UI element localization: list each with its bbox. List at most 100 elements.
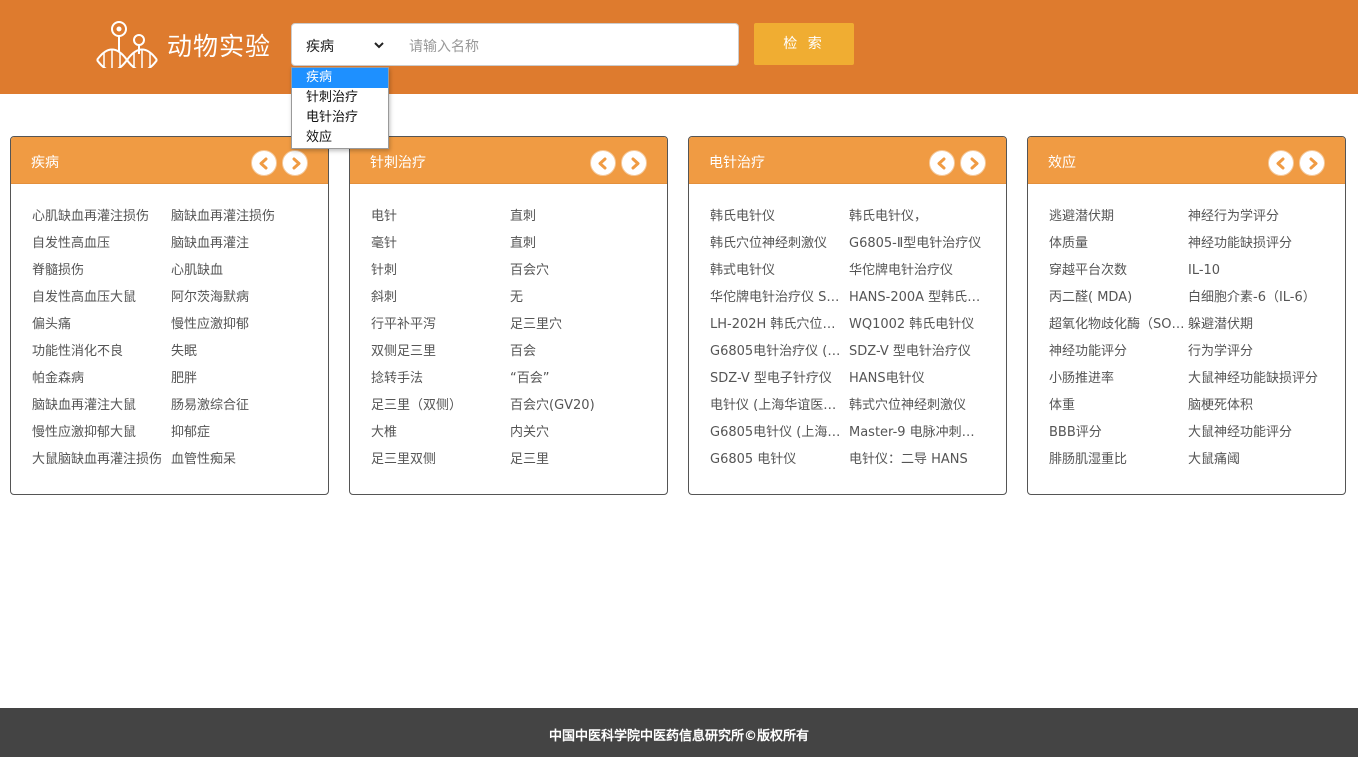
card-title: 电针治疗 <box>709 155 765 171</box>
list-item[interactable]: 穿越平台次数 <box>1049 261 1186 281</box>
list-item[interactable]: 抑郁症 <box>171 423 308 443</box>
list-item[interactable]: 躲避潜伏期 <box>1188 315 1325 335</box>
dropdown-option[interactable]: 针刺治疗 <box>292 88 388 108</box>
list-item[interactable]: 华佗牌电针治疗仪 <box>849 261 986 281</box>
list-item[interactable]: 血管性痴呆 <box>171 450 308 470</box>
list-item[interactable]: 脑缺血再灌注损伤 <box>171 207 308 227</box>
list-item[interactable]: HANS电针仪 <box>849 369 986 389</box>
list-item[interactable]: HANS-200A 型韩氏穴位神经刺激仪 <box>849 288 986 308</box>
next-button[interactable] <box>960 150 986 176</box>
list-item[interactable]: Master-9 电脉冲刺激器 <box>849 423 986 443</box>
list-item[interactable]: 直刺 <box>510 234 647 254</box>
dropdown-option[interactable]: 电针治疗 <box>292 108 388 128</box>
list-item[interactable]: 小肠推进率 <box>1049 369 1186 389</box>
list-item[interactable]: 帕金森病 <box>32 369 169 389</box>
list-item[interactable]: 大鼠神经功能缺损评分 <box>1188 369 1325 389</box>
card-acupuncture: 针刺治疗 电针 直刺 毫针 直刺 针刺 百会穴 斜刺无行平补平泻 足三里穴 双侧足三里 百会 捻转手法… <box>349 136 668 495</box>
list-item[interactable]: 大鼠神经功能评分 <box>1188 423 1325 443</box>
next-button[interactable] <box>621 150 647 176</box>
list-item[interactable]: 毫针 <box>371 234 508 254</box>
list-item[interactable]: SDZ-V 型电子针疗仪 <box>710 369 847 389</box>
list-item[interactable]: 肠易激综合征 <box>171 396 308 416</box>
prev-button[interactable] <box>1268 150 1294 176</box>
list-item[interactable]: 斜刺 <box>371 288 508 308</box>
list-item[interactable]: 腓肠肌湿重比 <box>1049 450 1186 470</box>
list-item[interactable]: 大椎 <box>371 423 508 443</box>
list-item[interactable]: WQ1002 韩氏电针仪 <box>849 315 986 335</box>
list-item[interactable]: 慢性应激抑郁大鼠 <box>32 423 169 443</box>
list-item[interactable]: G6805电针仪 (上海医疗) <box>710 423 847 443</box>
list-item[interactable]: 白细胞介素-6（IL-6） <box>1188 288 1325 308</box>
list-item[interactable]: 偏头痛 <box>32 315 169 335</box>
list-item[interactable]: “百会” <box>510 369 647 389</box>
list-item[interactable]: 逃避潜伏期 <box>1049 207 1186 227</box>
list-item[interactable]: BBB评分 <box>1049 423 1186 443</box>
list-item[interactable]: 电针仪：二导 HANS <box>849 450 986 470</box>
list-item[interactable]: 自发性高血压大鼠 <box>32 288 169 308</box>
list-item[interactable]: 功能性消化不良 <box>32 342 169 362</box>
list-item[interactable]: 神经功能评分 <box>1049 342 1186 362</box>
list-item[interactable]: 韩氏电针仪 <box>710 207 847 227</box>
dropdown-option[interactable]: 疾病 <box>292 68 388 88</box>
list-item[interactable]: 韩式电针仪 <box>710 261 847 281</box>
list-item[interactable]: 内关穴 <box>510 423 647 443</box>
chevron-right-icon <box>970 157 979 170</box>
list-item[interactable]: 自发性高血压 <box>32 234 169 254</box>
list-item[interactable]: 百会穴(GV20) <box>510 396 647 416</box>
list-item[interactable]: 华佗牌电针治疗仪 SDZ-II <box>710 288 847 308</box>
list-item[interactable]: 失眠 <box>171 342 308 362</box>
list-item[interactable]: 足三里 <box>510 450 647 470</box>
card-title: 针刺治疗 <box>370 155 426 171</box>
list-item[interactable]: 捻转手法 <box>371 369 508 389</box>
list-item[interactable]: 慢性应激抑郁 <box>171 315 308 335</box>
list-item[interactable]: 韩氏穴位神经刺激仪 <box>710 234 847 254</box>
list-item[interactable]: 丙二醛( MDA) <box>1049 288 1186 308</box>
next-button[interactable] <box>282 150 308 176</box>
list-item[interactable]: 脊髓损伤 <box>32 261 169 281</box>
search-input[interactable]: 请输入名称 <box>389 23 739 66</box>
list-item[interactable]: 百会 <box>510 342 647 362</box>
list-item[interactable]: 神经行为学评分 <box>1188 207 1325 227</box>
list-item[interactable]: 心肌缺血再灌注损伤 <box>32 207 169 227</box>
category-select[interactable]: 疾病 <box>291 23 390 66</box>
list-item[interactable]: 肥胖 <box>171 369 308 389</box>
list-item[interactable]: 神经功能缺损评分 <box>1188 234 1325 254</box>
list-item[interactable]: 针刺 <box>371 261 508 281</box>
list-item[interactable]: 足三里穴 <box>510 315 647 335</box>
list-item[interactable]: LH-202H 韩氏穴位神经刺激仪 <box>710 315 847 335</box>
list-item[interactable]: 足三里（双侧） <box>371 396 508 416</box>
list-item[interactable]: G6805电针治疗仪 (上海) <box>710 342 847 362</box>
list-item[interactable]: 电针 <box>371 207 508 227</box>
list-item[interactable]: 超氧化物歧化酶（SOD） <box>1049 315 1186 335</box>
list-item[interactable]: SDZ-V 型电针治疗仪 <box>849 342 986 362</box>
dropdown-option[interactable]: 效应 <box>292 128 388 148</box>
list-item[interactable]: 行为学评分 <box>1188 342 1325 362</box>
list-item[interactable]: 韩式穴位神经刺激仪 <box>849 396 986 416</box>
list-item[interactable]: IL-10 <box>1188 261 1325 281</box>
list-item[interactable]: 体质量 <box>1049 234 1186 254</box>
card-effect: 效应 逃避潜伏期 神经行为学评分 体质量 神经功能缺损评分 穿越平台次数 IL-10 丙二醛(… <box>1027 136 1346 495</box>
list-item[interactable]: 双侧足三里 <box>371 342 508 362</box>
list-item[interactable]: 韩氏电针仪， <box>849 207 986 227</box>
list-item[interactable]: 大鼠痛阈 <box>1188 450 1325 470</box>
list-item[interactable]: 足三里双侧 <box>371 450 508 470</box>
list-item[interactable]: 无 <box>510 288 647 308</box>
prev-button[interactable] <box>590 150 616 176</box>
list-item[interactable]: 心肌缺血 <box>171 261 308 281</box>
list-item[interactable]: 阿尔茨海默病 <box>171 288 308 308</box>
list-item[interactable]: G6805-Ⅱ型电针治疗仪 <box>849 234 986 254</box>
list-item[interactable]: G6805 电针仪 <box>710 450 847 470</box>
list-item[interactable]: 行平补平泻 <box>371 315 508 335</box>
list-item[interactable]: 脑缺血再灌注大鼠 <box>32 396 169 416</box>
list-item[interactable]: 脑梗死体积 <box>1188 396 1325 416</box>
list-item[interactable]: 大鼠脑缺血再灌注损伤 <box>32 450 169 470</box>
list-item[interactable]: 电针仪 (上海华谊医用仪器) <box>710 396 847 416</box>
list-item[interactable]: 百会穴 <box>510 261 647 281</box>
next-button[interactable] <box>1299 150 1325 176</box>
search-button[interactable]: 检 索 <box>754 23 854 65</box>
list-item[interactable]: 体重 <box>1049 396 1186 416</box>
prev-button[interactable] <box>929 150 955 176</box>
prev-button[interactable] <box>251 150 277 176</box>
list-item[interactable]: 直刺 <box>510 207 647 227</box>
list-item[interactable]: 脑缺血再灌注 <box>171 234 308 254</box>
